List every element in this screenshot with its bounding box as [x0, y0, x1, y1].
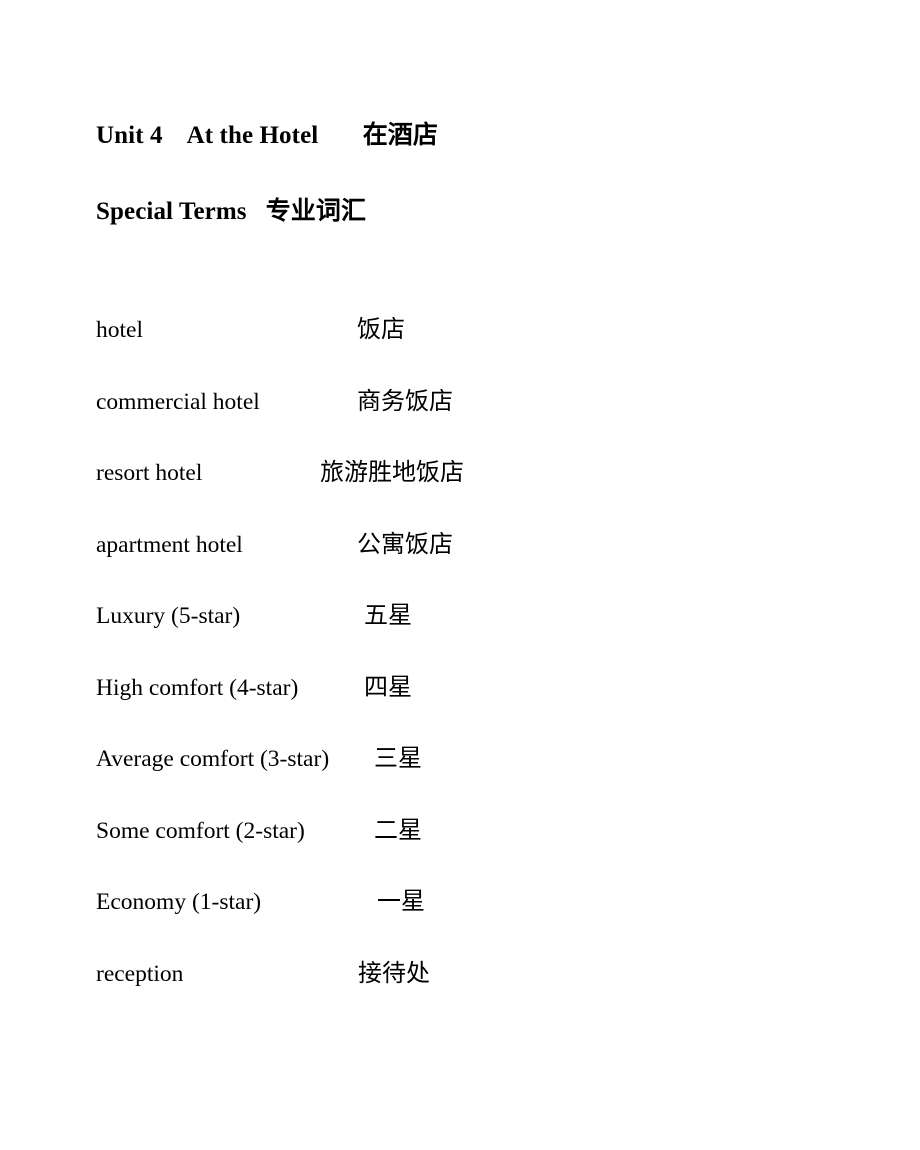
- unit-heading-chinese: 在酒店: [362, 120, 439, 149]
- vocabulary-term-chinese: 一星: [377, 887, 425, 915]
- vocabulary-term-chinese: 旅游胜地饭店: [320, 458, 464, 486]
- vocabulary-term-english: commercial hotel: [96, 388, 260, 415]
- vocabulary-row: commercial hotel 商务饭店: [96, 386, 886, 460]
- vocabulary-row: Some comfort (2-star) 二星: [96, 815, 886, 889]
- unit-heading: Unit 4 At the Hotel 在酒店: [96, 120, 438, 151]
- section-heading-english: Special Terms: [96, 198, 247, 225]
- vocabulary-row: apartment hotel 公寓饭店: [96, 529, 886, 603]
- vocabulary-row: resort hotel 旅游胜地饭店: [96, 458, 886, 531]
- vocabulary-term-chinese: 五星: [364, 601, 412, 629]
- vocabulary-term-chinese: 饭店: [357, 315, 405, 343]
- vocabulary-term-english: hotel: [96, 317, 143, 343]
- vocabulary-term-english: Economy (1-star): [96, 889, 262, 915]
- vocabulary-term-english: Average comfort (3-star): [96, 746, 330, 772]
- vocabulary-list: hotel 饭店 commercial hotel 商务饭店 resort hotel 旅…: [96, 315, 886, 1032]
- vocabulary-term-english: Luxury (5-star): [96, 603, 241, 629]
- vocabulary-row: hotel 饭店: [96, 315, 886, 388]
- vocabulary-term-chinese: 二星: [374, 815, 422, 844]
- section-heading-gap: [247, 198, 266, 225]
- vocabulary-row: Average comfort (3-star) 三星: [96, 744, 886, 817]
- unit-heading-english: Unit 4 At the Hotel: [96, 122, 319, 149]
- unit-heading-gap: [318, 122, 362, 149]
- document-page: Unit 4 At the Hotel 在酒店 Special Terms 专业…: [0, 0, 920, 1150]
- vocabulary-term-english: reception: [96, 960, 184, 987]
- vocabulary-term-chinese: 四星: [364, 672, 412, 701]
- vocabulary-term-chinese: 接待处: [358, 958, 430, 987]
- vocabulary-row: Economy (1-star) 一星: [96, 887, 886, 960]
- vocabulary-row: reception 接待处: [96, 958, 886, 1032]
- vocabulary-term-chinese: 公寓饭店: [357, 529, 453, 558]
- vocabulary-row: High comfort (4-star) 四星: [96, 672, 886, 746]
- vocabulary-row: Luxury (5-star) 五星: [96, 601, 886, 674]
- section-heading: Special Terms 专业词汇: [96, 196, 366, 227]
- vocabulary-term-english: apartment hotel: [96, 531, 243, 558]
- vocabulary-term-english: resort hotel: [96, 460, 203, 486]
- vocabulary-term-chinese: 商务饭店: [357, 386, 453, 415]
- vocabulary-term-english: Some comfort (2-star): [96, 817, 305, 844]
- section-heading-chinese: 专业词汇: [265, 196, 367, 225]
- vocabulary-term-chinese: 三星: [374, 744, 422, 772]
- vocabulary-term-english: High comfort (4-star): [96, 674, 299, 701]
